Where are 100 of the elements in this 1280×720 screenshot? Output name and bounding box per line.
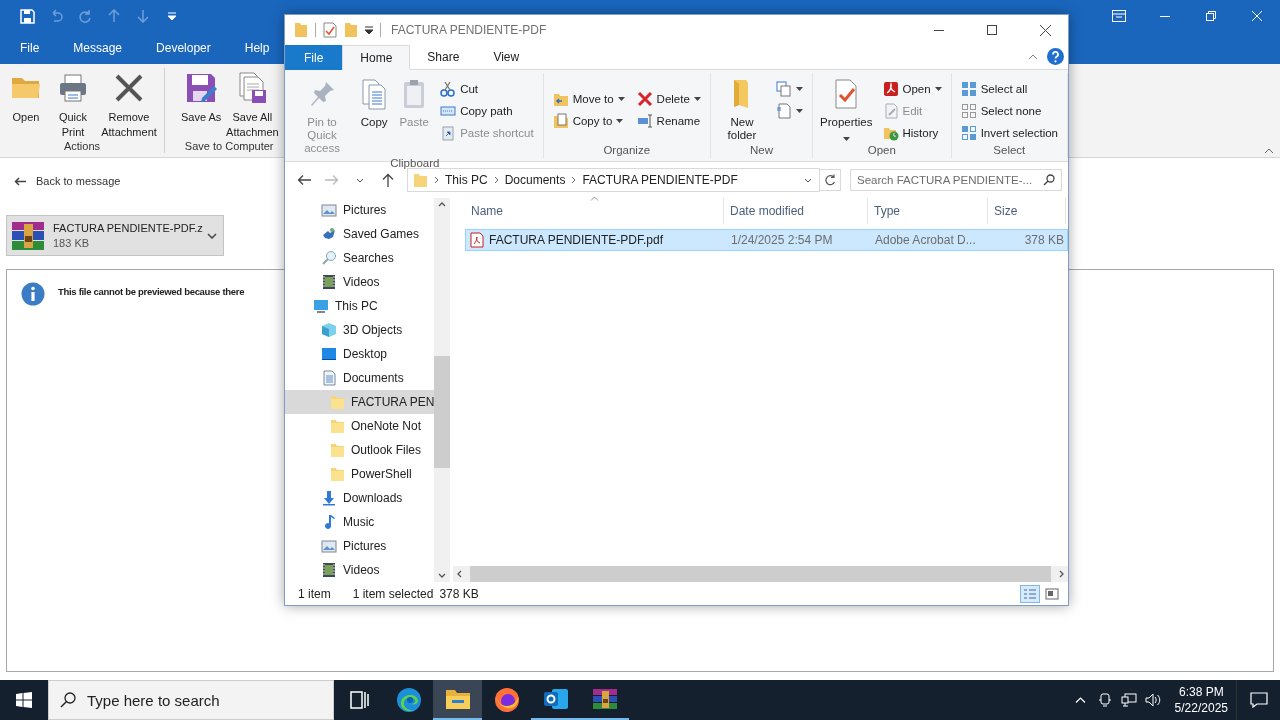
clock-time[interactable]: 6:38 PM	[1178, 684, 1224, 700]
scrollbar[interactable]	[434, 198, 450, 582]
ribbon-tab[interactable]: Share	[410, 45, 477, 69]
column-header[interactable]: Name	[465, 198, 724, 224]
ribbon-button[interactable]: Save As	[179, 72, 224, 125]
forward-arrow-icon	[325, 174, 339, 186]
ribbon-button[interactable]	[774, 101, 806, 121]
nav-item[interactable]: Documents	[285, 366, 434, 390]
nav-item[interactable]: Pictures	[285, 534, 434, 558]
nav-item[interactable]: Desktop	[285, 342, 434, 366]
group-label: Save to Computer	[184, 140, 274, 154]
nav-item[interactable]: Videos	[285, 558, 434, 582]
address-bar[interactable]: This PC Documents FACTURA PENDIENTE-PDF	[407, 168, 820, 192]
search-icon	[60, 692, 76, 708]
ribbon-button[interactable]	[774, 79, 806, 99]
chevron-down-icon	[207, 232, 217, 239]
ribbon-button[interactable]: Save All Attachmen	[225, 72, 280, 140]
customize-toolbar-button[interactable]	[365, 26, 373, 34]
properties-button[interactable]	[323, 22, 337, 38]
nav-item[interactable]: This PC	[285, 294, 434, 318]
ribbon-button[interactable]: Delete	[634, 89, 703, 109]
collapse-ribbon-button[interactable]	[1028, 53, 1038, 60]
column-header[interactable]: Date modified	[724, 198, 868, 224]
chevron-down-icon	[438, 573, 446, 578]
nav-item[interactable]: Pictures	[285, 198, 434, 222]
ribbon-button[interactable]: Properties	[817, 76, 876, 144]
folder-icon	[552, 113, 569, 129]
folder-icon	[552, 91, 569, 107]
clock-date[interactable]: 5/22/2025	[1174, 700, 1228, 716]
column-header[interactable]: Type	[868, 198, 988, 224]
ribbon-button[interactable]: Remove Attachment	[102, 72, 156, 140]
preview-message: This file cannot be previewed because there	[58, 285, 245, 299]
ribbon-button[interactable]: History	[880, 123, 944, 143]
videos-icon	[321, 274, 337, 290]
nav-item[interactable]: 3D Objects	[285, 318, 434, 342]
chevron-up-icon	[1028, 53, 1038, 60]
scissors-icon	[440, 81, 457, 97]
collapse-ribbon-button[interactable]	[1264, 148, 1274, 154]
table-cell-text: Adobe Acrobat D...	[874, 232, 977, 249]
taskbar-search-field[interactable]: Type here to search	[48, 680, 334, 720]
ribbon-button[interactable]: Open	[880, 79, 944, 99]
folder-icon	[329, 418, 345, 434]
clipboard-icon	[440, 125, 457, 141]
file-menu-button[interactable]: File	[285, 45, 343, 70]
chevron-down-icon	[356, 177, 364, 183]
nav-item[interactable]: Videos	[285, 270, 434, 294]
nav-item[interactable]: Downloads	[285, 486, 434, 510]
file-row[interactable]: FACTURA PENDIENTE-PDF.pdf 1/24/2025 2:54 PM Adobe Acrobat D... 378 KB	[465, 229, 1068, 251]
ribbon-tab[interactable]: Home	[342, 45, 411, 70]
chevron-right-icon	[1059, 570, 1064, 578]
searches-icon	[321, 250, 337, 266]
save-button[interactable]	[19, 8, 35, 24]
ribbon-tab[interactable]: Message	[56, 32, 140, 64]
breadcrumb-item[interactable]: Documents	[504, 173, 566, 187]
ribbon-button[interactable]: Select all	[958, 79, 1060, 99]
ribbon-tab[interactable]: Developer	[139, 32, 228, 64]
nav-item[interactable]: PowerShell	[285, 462, 434, 486]
ribbon-tab[interactable]: View	[476, 45, 537, 69]
games-icon	[321, 226, 337, 242]
ribbon-button[interactable]: Quick Print	[46, 72, 100, 140]
pdf-icon	[882, 81, 899, 97]
nav-item[interactable]: Searches	[285, 246, 434, 270]
ribbon-button[interactable]: Move to	[550, 89, 627, 109]
ribbon-tab[interactable]: File	[3, 32, 57, 64]
chevron-left-icon	[457, 570, 462, 578]
grid-icon	[960, 81, 977, 97]
refresh-button[interactable]	[820, 169, 841, 191]
folder-icon	[344, 22, 358, 38]
ribbon-button[interactable]: New folder	[714, 76, 770, 144]
nav-item[interactable]: Outlook Files	[285, 438, 434, 462]
ribbon-tab[interactable]: Help	[227, 32, 287, 64]
folder-icon	[444, 688, 471, 710]
ribbon-button[interactable]: Copy path	[438, 101, 536, 121]
ribbon-button[interactable]: Copy to	[550, 111, 627, 131]
nav-item[interactable]: Music	[285, 510, 434, 534]
ribbon-button[interactable]: Cut	[438, 79, 536, 99]
pdf-file-icon	[470, 232, 484, 248]
ribbon-button[interactable]: Rename	[634, 111, 703, 131]
help-button[interactable]	[1047, 48, 1064, 65]
nav-item[interactable]: FACTURA PEN	[285, 390, 434, 414]
back-link[interactable]: Back to message	[14, 175, 121, 187]
breadcrumb-item[interactable]: FACTURA PENDIENTE-PDF	[582, 173, 738, 187]
x-icon	[636, 91, 653, 107]
folder-icon	[412, 172, 428, 188]
speech-bubble-icon	[1249, 692, 1268, 708]
attachment-chip[interactable]: FACTURA PENDIENTE-PDF.z 183 KB	[6, 215, 224, 256]
taskbar-app-button[interactable]	[433, 680, 482, 720]
ribbon-button[interactable]: Select none	[958, 101, 1060, 121]
search-field[interactable]: Search FACTURA PENDIENTE-...	[850, 169, 1062, 191]
ribbon-display-icon	[1112, 10, 1126, 22]
history-icon	[882, 125, 899, 141]
ribbon-button[interactable]: Open	[8, 72, 44, 125]
scrollbar[interactable]	[453, 566, 1068, 582]
nav-item[interactable]: OneNote Not	[285, 414, 434, 438]
ribbon-button[interactable]: Invert selection	[958, 123, 1060, 143]
ribbon-button[interactable]: Copy	[355, 76, 394, 157]
nav-item[interactable]: Saved Games	[285, 222, 434, 246]
file-name: FACTURA PENDIENTE-PDF.pdf	[489, 233, 664, 247]
column-header[interactable]: Size	[988, 198, 1066, 224]
breadcrumb-item[interactable]: This PC	[445, 173, 488, 187]
